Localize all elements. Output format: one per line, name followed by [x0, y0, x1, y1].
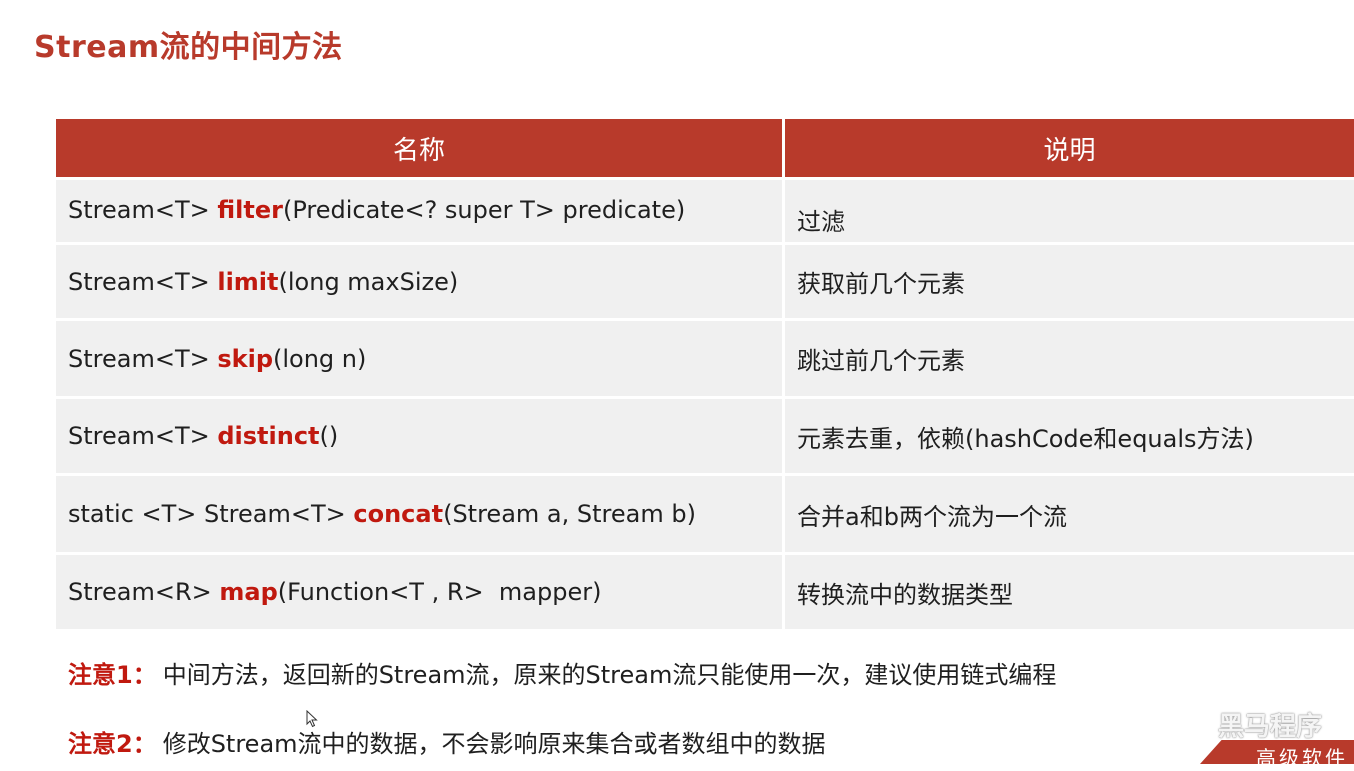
- watermark-text: 黑马程序: [1218, 712, 1323, 742]
- mouse-cursor-icon: [306, 710, 318, 728]
- return-type: Stream<T>: [68, 267, 218, 296]
- method-description: 过滤: [785, 180, 1354, 242]
- method-signature: static <T> Stream<T> concat (Stream a, St…: [56, 476, 782, 552]
- method-signature: Stream<R> map (Function<T , R> mapper): [56, 555, 782, 629]
- header-name: 名称: [56, 119, 782, 177]
- return-type: Stream<T>: [68, 344, 218, 373]
- table-row: Stream<R> map (Function<T , R> mapper) 转换…: [56, 555, 1354, 629]
- method-name: limit: [217, 267, 279, 296]
- method-signature: Stream<T> filter (Predicate<? super T> pr…: [56, 180, 782, 242]
- method-signature: Stream<T> distinct(): [56, 399, 782, 473]
- note-label: 注意2：: [68, 730, 157, 758]
- return-type: static <T> Stream<T>: [68, 500, 354, 528]
- method-name: map: [219, 578, 278, 606]
- return-type: Stream<R>: [68, 578, 220, 606]
- method-params: (Function<T , R> mapper): [277, 578, 602, 606]
- page-title: Stream流的中间方法: [34, 30, 343, 65]
- note-text: 修改Stream流中的数据，不会影响原来集合或者数组中的数据: [162, 730, 826, 758]
- method-name: filter: [217, 196, 283, 224]
- method-description: 跳过前几个元素: [785, 321, 1354, 396]
- watermark-banner-text: 高级软件: [1256, 746, 1348, 770]
- table-row: static <T> Stream<T> concat (Stream a, St…: [56, 476, 1354, 552]
- method-params: (Stream a, Stream b): [443, 500, 696, 528]
- table-header: 名称 说明: [56, 119, 1354, 177]
- table-row: Stream<T> skip (long n) 跳过前几个元素: [56, 321, 1354, 396]
- method-signature: Stream<T> limit (long maxSize): [56, 245, 782, 318]
- table-row: Stream<T> filter (Predicate<? super T> pr…: [56, 180, 1354, 242]
- method-name: concat: [353, 500, 444, 528]
- method-params: (long maxSize): [278, 267, 459, 296]
- return-type: Stream<T>: [68, 422, 218, 450]
- table-row: Stream<T> limit (long maxSize) 获取前几个元素: [56, 245, 1354, 318]
- note-text: 中间方法，返回新的Stream流，原来的Stream流只能使用一次，建议使用链式…: [162, 661, 1057, 689]
- note-label: 注意1：: [68, 661, 157, 689]
- table-row: Stream<T> distinct() 元素去重，依赖(hashCode和eq…: [56, 399, 1354, 473]
- note-2: 注意2： 修改Stream流中的数据，不会影响原来集合或者数组中的数据: [68, 724, 826, 759]
- method-params: (): [319, 422, 339, 450]
- method-signature: Stream<T> skip (long n): [56, 321, 782, 396]
- note-1: 注意1： 中间方法，返回新的Stream流，原来的Stream流只能使用一次，建议…: [68, 655, 1056, 690]
- method-description: 元素去重，依赖(hashCode和equals方法): [785, 399, 1354, 473]
- method-params: (long n): [273, 344, 367, 373]
- method-name: distinct: [217, 422, 320, 450]
- return-type: Stream<T>: [68, 196, 218, 224]
- method-description: 合并a和b两个流为一个流: [785, 476, 1354, 552]
- methods-table: 名称 说明 Stream<T> filter (Predicate<? super…: [56, 119, 1354, 629]
- header-description: 说明: [785, 119, 1354, 177]
- method-description: 获取前几个元素: [785, 245, 1354, 318]
- method-description: 转换流中的数据类型: [785, 555, 1354, 629]
- method-params: (Predicate<? super T> predicate): [282, 196, 686, 224]
- method-name: skip: [217, 344, 273, 373]
